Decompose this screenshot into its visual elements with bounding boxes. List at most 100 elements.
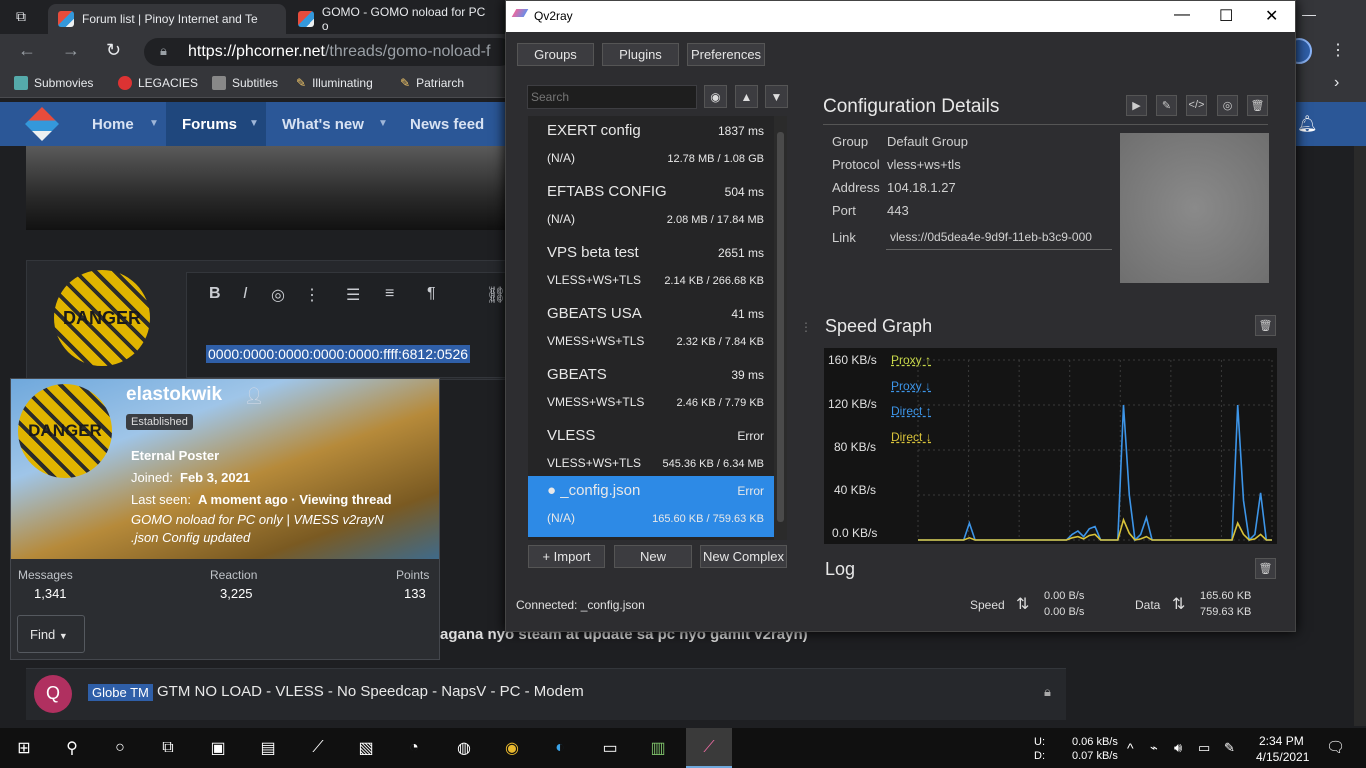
edit-icon[interactable]: ✎ <box>1156 95 1177 116</box>
bold-icon[interactable]: B <box>209 285 221 303</box>
browser-tab-forum[interactable]: Forum list | Pinoy Internet and Te <box>48 4 286 34</box>
import-button[interactable]: + Import <box>528 545 605 568</box>
terminal-icon[interactable]: ▭ <box>596 734 624 762</box>
delete-icon[interactable]: 🗑︎ <box>1247 95 1268 116</box>
bookmark-subtitles[interactable]: Subtitles <box>212 76 278 90</box>
connection-item[interactable]: VPS beta test 2651 ms VLESS+WS+TLS 2.14 KB … <box>528 238 774 299</box>
clear-log-icon[interactable]: 🗑︎ <box>1255 558 1276 579</box>
minimize-icon[interactable]: — <box>1302 6 1316 22</box>
page-scrollbar[interactable] <box>1354 146 1366 726</box>
bookmark-illuminating[interactable]: ✎ Illuminating <box>296 76 373 90</box>
pen-icon[interactable]: ✎ <box>1224 740 1235 756</box>
list-icon[interactable]: ☰ <box>346 285 360 305</box>
bookmark-favicon-icon <box>118 76 132 90</box>
notification-icon[interactable]: 🗨︎ <box>1326 738 1345 756</box>
thread-prefix[interactable]: Globe TM <box>88 684 153 701</box>
bookmark-submovies[interactable]: Submovies <box>14 76 93 90</box>
play-icon[interactable]: ▶ <box>1126 95 1147 116</box>
vnc-icon[interactable]: ▤ <box>254 734 282 762</box>
user-avatar[interactable]: DANGER <box>54 270 150 366</box>
nav-news-feed[interactable]: News feed <box>410 116 484 133</box>
connection-item[interactable]: VLESS Error VLESS+WS+TLS 545.36 KB / 6.34 M… <box>528 421 774 482</box>
viewing-thread-link[interactable]: GOMO noload for PC only | VMESS v2rayN <box>131 512 384 527</box>
align-icon[interactable]: ≡ <box>385 285 394 303</box>
scrollbar-thumb[interactable] <box>777 132 784 522</box>
paragraph-icon[interactable]: ¶ <box>427 285 436 303</box>
connection-item[interactable]: EXERT config 1837 ms (N/A) 12.78 MB / 1.08 … <box>528 116 774 177</box>
window-maximize-icon[interactable]: ☐ <box>1219 6 1233 26</box>
app-icon[interactable]: ▥ <box>644 734 672 762</box>
find-button[interactable]: Find ▼ <box>17 615 85 653</box>
nav-home[interactable]: Home <box>92 116 134 133</box>
back-arrow-icon[interactable]: ← <box>18 40 36 61</box>
plugins-button[interactable]: Plugins <box>602 43 679 66</box>
bookmark-legacies[interactable]: LEGACIES <box>118 76 198 90</box>
chevron-up-icon[interactable]: ^ <box>1127 740 1134 756</box>
speedometer-icon[interactable]: ◔ <box>400 734 428 762</box>
bookmark-favicon-icon <box>212 76 226 90</box>
windows-start-icon[interactable]: ⊞ <box>10 734 38 762</box>
network-app-icon[interactable]: ◍ <box>450 734 478 762</box>
code-icon[interactable]: </> <box>1186 95 1207 116</box>
connection-item[interactable]: GBEATS USA 41 ms VMESS+WS+TLS 2.32 KB / 7.8… <box>528 299 774 360</box>
viewing-thread-link-line2[interactable]: .json Config updated <box>131 530 250 545</box>
follow-user-icon[interactable]: 👤︎ <box>244 386 264 406</box>
bell-icon[interactable]: 🔔︎ <box>1297 114 1317 134</box>
last-seen-label: Last seen: <box>131 492 191 507</box>
window-close-icon[interactable]: ✕ <box>1265 6 1278 26</box>
forward-arrow-icon[interactable]: → <box>62 40 80 61</box>
edge-icon[interactable]: ◐ <box>546 734 574 762</box>
bookmark-patriarch[interactable]: ✎ Patriarch <box>400 76 464 90</box>
app-icon[interactable]: ▣ <box>204 734 232 762</box>
reload-icon[interactable]: ↻ <box>106 40 121 61</box>
palette-icon[interactable]: ◎ <box>271 285 285 305</box>
thread-title[interactable]: GTM NO LOAD - VLESS - No Speedcap - Naps… <box>157 683 584 700</box>
network-icon[interactable]: ▭ <box>1198 740 1210 756</box>
link-icon[interactable]: ⛓ <box>486 285 506 305</box>
task-view-icon[interactable]: ⧉ <box>154 734 182 762</box>
browser-menu-icon[interactable]: ⧉ <box>16 8 26 25</box>
app-icon[interactable]: ⟋ <box>304 734 332 762</box>
y-tick-label: 40 KB/s <box>834 483 877 497</box>
connection-list-scrollbar[interactable] <box>774 116 787 540</box>
browser-menu-dots-icon[interactable]: ⋮ <box>1330 40 1346 60</box>
cortana-icon[interactable]: ○ <box>106 734 134 762</box>
connection-search-input[interactable] <box>527 85 697 109</box>
connection-item-selected[interactable]: ● _config.json Error (N/A) 165.60 KB / 759.… <box>528 476 774 537</box>
connection-item[interactable]: GBEATS 39 ms VMESS+WS+TLS 2.46 KB / 7.79 KB <box>528 360 774 421</box>
search-icon[interactable]: ⚲ <box>58 734 86 762</box>
card-avatar[interactable]: DANGER <box>18 384 112 478</box>
clock-time[interactable]: 2:34 PM <box>1259 734 1304 748</box>
new-complex-button[interactable]: New Complex <box>700 545 787 568</box>
thread-avatar[interactable]: Q <box>34 675 72 713</box>
nav-whats-new[interactable]: What's new <box>282 116 364 133</box>
card-username[interactable]: elastokwik <box>126 384 222 406</box>
window-minimize-icon[interactable]: — <box>1174 6 1190 24</box>
clock-date[interactable]: 4/15/2021 <box>1256 750 1309 764</box>
new-button[interactable]: New <box>614 545 692 568</box>
connection-name: GBEATS USA <box>547 305 642 322</box>
app-icon[interactable]: ▧ <box>352 734 380 762</box>
qv2ray-taskbar-icon[interactable]: ⟋ <box>695 734 723 762</box>
preferences-button[interactable]: Preferences <box>687 43 765 66</box>
chevron-down-icon[interactable]: ▼ <box>765 85 788 108</box>
groups-button[interactable]: Groups <box>517 43 594 66</box>
share-icon[interactable]: ◎ <box>1217 95 1238 116</box>
selected-editor-text[interactable]: 0000:0000:0000:0000:0000:ffff:6812:0526 <box>206 345 471 363</box>
chevron-down-icon: ▼ <box>58 631 68 641</box>
locate-icon[interactable]: ◉ <box>704 85 727 108</box>
chevron-up-icon[interactable]: ▲ <box>735 85 758 108</box>
splitter-handle[interactable]: ⋮ <box>800 320 812 334</box>
more-options-icon[interactable]: ⋮ <box>304 285 320 305</box>
nav-forums[interactable]: Forums <box>182 116 237 133</box>
connection-item[interactable]: EFTABS CONFIG 504 ms (N/A) 2.08 MB / 17.84 … <box>528 177 774 238</box>
browser-tab-gomo[interactable]: GOMO - GOMO noload for PC o <box>288 4 504 34</box>
share-link-field[interactable]: vless://0d5dea4e-9d9f-11eb-b3c9-000 <box>886 226 1112 250</box>
italic-icon[interactable]: I <box>243 285 247 303</box>
tray-app-icon[interactable]: ⌁ <box>1150 740 1158 756</box>
volume-icon[interactable]: 🔊︎ <box>1174 740 1182 756</box>
address-bar[interactable]: 🔒︎ https://phcorner.net/threads/gomo-nolo… <box>144 38 514 66</box>
clear-graph-icon[interactable]: 🗑︎ <box>1255 315 1276 336</box>
chrome-icon[interactable]: ◉ <box>498 734 526 762</box>
chevron-right-icon[interactable]: › <box>1334 74 1339 92</box>
